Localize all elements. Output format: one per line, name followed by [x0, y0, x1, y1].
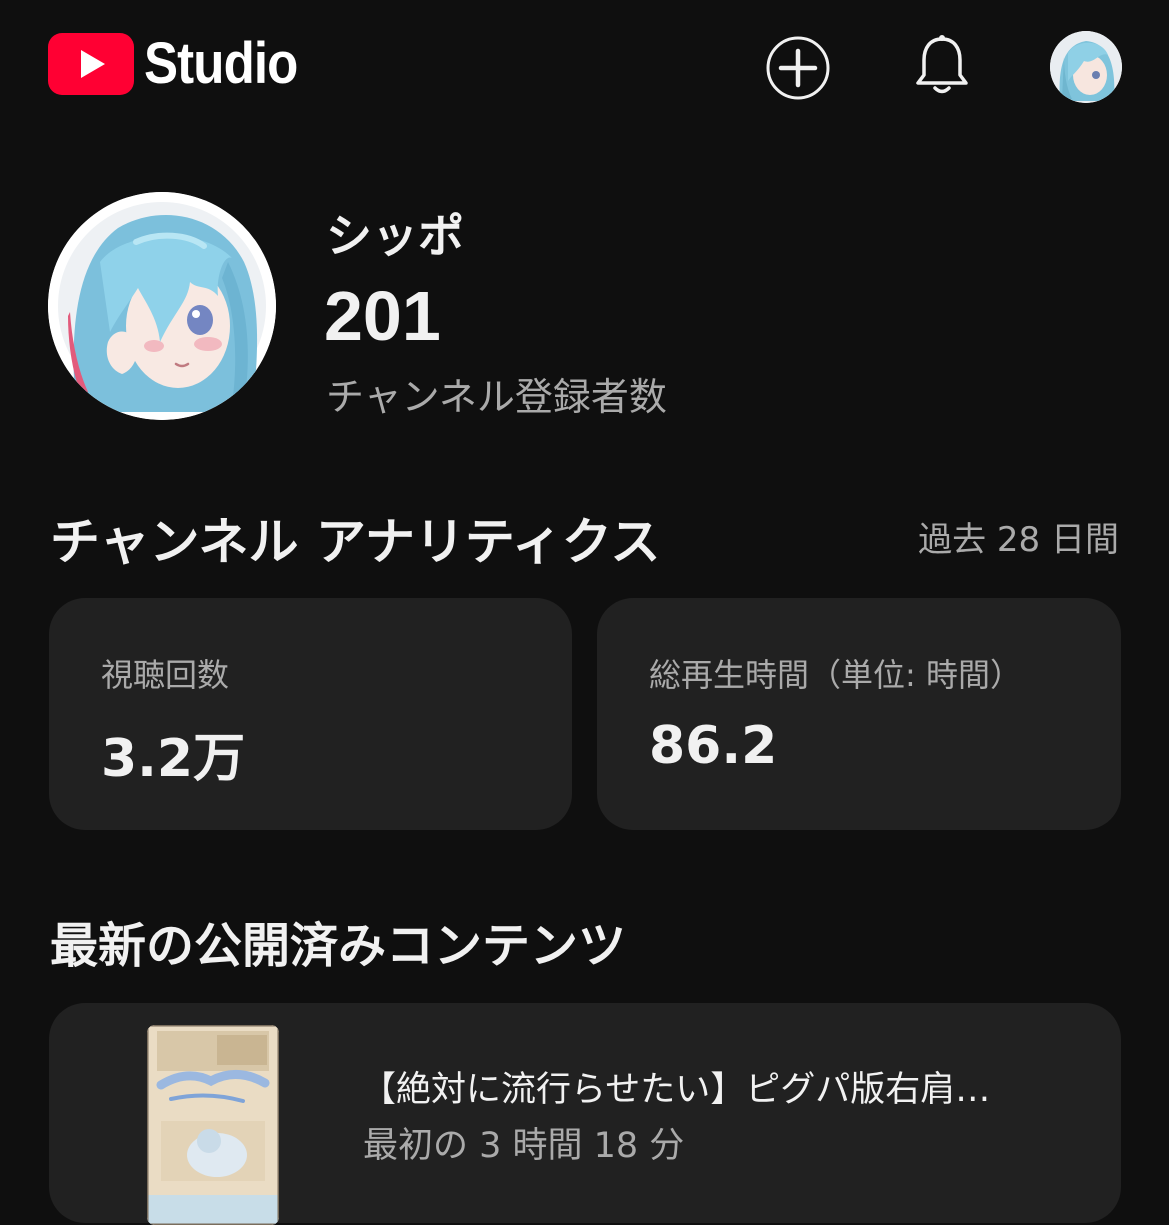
watch-time-card[interactable]: 総再生時間（単位: 時間） 86.2	[597, 598, 1121, 830]
views-label: 視聴回数	[101, 656, 230, 694]
watch-time-label: 総再生時間（単位: 時間）	[649, 656, 1022, 694]
video-title[interactable]: 【絶対に流行らせたい】ピグパ版右肩…	[361, 1061, 1061, 1112]
views-card[interactable]: 視聴回数 3.2万	[49, 598, 572, 830]
video-thumbnail[interactable]	[147, 1025, 279, 1225]
youtube-play-icon	[48, 32, 134, 95]
watch-time-value: 86.2	[649, 716, 778, 776]
channel-avatar[interactable]	[48, 192, 276, 420]
subscriber-count: 201	[324, 277, 441, 355]
video-meta: 最初の 3 時間 18 分	[363, 1126, 685, 1166]
account-avatar[interactable]	[1050, 31, 1122, 103]
latest-content-title: 最新の公開済みコンテンツ	[50, 918, 627, 974]
channel-avatar-image	[48, 192, 276, 420]
logo-text: Studio	[144, 31, 298, 96]
latest-video-card[interactable]: 【絶対に流行らせたい】ピグパ版右肩… 最初の 3 時間 18 分	[49, 1003, 1121, 1225]
avatar-image	[1050, 31, 1122, 103]
youtube-studio-logo[interactable]: Studio	[48, 30, 318, 97]
analytics-period: 過去 28 日間	[918, 520, 1119, 560]
video-thumbnail-image	[147, 1025, 279, 1225]
create-button[interactable]	[765, 35, 831, 101]
views-value: 3.2万	[101, 729, 246, 789]
plus-circle-icon	[766, 36, 830, 100]
subscriber-label: チャンネル登録者数	[326, 375, 667, 419]
notifications-button[interactable]	[908, 32, 976, 100]
bell-icon	[916, 35, 968, 94]
analytics-section-title: チャンネル アナリティクス	[50, 513, 661, 571]
channel-name: シッポ	[326, 209, 464, 263]
